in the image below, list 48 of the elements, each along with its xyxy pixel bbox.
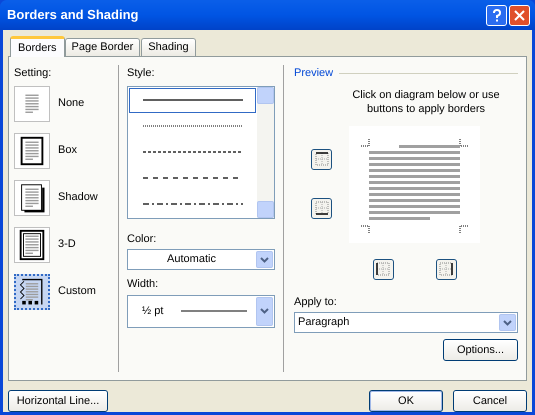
color-label: Color: bbox=[127, 232, 158, 246]
setting-option-label: Custom bbox=[58, 284, 96, 300]
apply-to-label: Apply to: bbox=[294, 294, 338, 310]
apply-to-dropdown[interactable]: Paragraph bbox=[294, 312, 518, 333]
border-side-icon bbox=[312, 150, 330, 168]
window-title: Borders and Shading bbox=[7, 6, 140, 24]
width-label: Width: bbox=[127, 277, 160, 292]
help-button[interactable] bbox=[486, 4, 507, 26]
setting-button[interactable] bbox=[14, 274, 50, 310]
border-side-icon bbox=[437, 260, 455, 278]
setting-button[interactable] bbox=[14, 180, 50, 216]
preview-instructions: Click on diagram below or use buttons to apply borders bbox=[351, 88, 501, 116]
setting-option-label: 3-D bbox=[58, 237, 76, 252]
width-dropdown[interactable]: ½ pt bbox=[127, 294, 275, 328]
setting-label: Setting: bbox=[14, 66, 52, 81]
help-icon bbox=[492, 8, 502, 22]
border-side-icon bbox=[374, 260, 392, 278]
preview-diagram[interactable] bbox=[349, 126, 480, 242]
border-toggle-button[interactable] bbox=[372, 258, 394, 280]
line-style-icon bbox=[142, 202, 242, 205]
border-toggle-button[interactable] bbox=[436, 258, 456, 280]
setting-option-label: Box bbox=[58, 143, 77, 158]
line-style-icon bbox=[142, 99, 242, 102]
line-style-list[interactable] bbox=[127, 86, 275, 218]
preview-heading: Preview bbox=[294, 66, 334, 81]
horizontal-line-button[interactable]: Horizontal Line... bbox=[8, 390, 108, 412]
line-style-option[interactable] bbox=[129, 88, 256, 114]
tab[interactable]: Page Border bbox=[64, 38, 140, 56]
tab[interactable]: Shading bbox=[141, 38, 196, 56]
ok-button[interactable]: OK bbox=[369, 390, 443, 412]
setting-option-label: Shadow bbox=[58, 190, 98, 206]
cancel-button[interactable]: Cancel bbox=[453, 390, 527, 412]
setting-button[interactable] bbox=[14, 226, 50, 262]
line-style-icon bbox=[142, 150, 242, 153]
close-button[interactable] bbox=[509, 4, 530, 26]
style-label: Style: bbox=[127, 66, 156, 81]
border-toggle-button[interactable] bbox=[311, 198, 332, 218]
tab[interactable]: Borders bbox=[10, 36, 65, 57]
setting-button[interactable] bbox=[14, 132, 50, 168]
line-sample-icon bbox=[181, 310, 248, 312]
close-icon bbox=[514, 10, 525, 20]
setting-option-label: None bbox=[58, 96, 84, 112]
line-style-icon bbox=[142, 125, 242, 128]
border-side-icon bbox=[312, 199, 330, 217]
color-dropdown[interactable]: Automatic bbox=[127, 249, 275, 270]
border-toggle-button[interactable] bbox=[311, 148, 332, 170]
scrollbar[interactable] bbox=[257, 86, 274, 218]
options-button[interactable]: Options... bbox=[443, 339, 518, 361]
